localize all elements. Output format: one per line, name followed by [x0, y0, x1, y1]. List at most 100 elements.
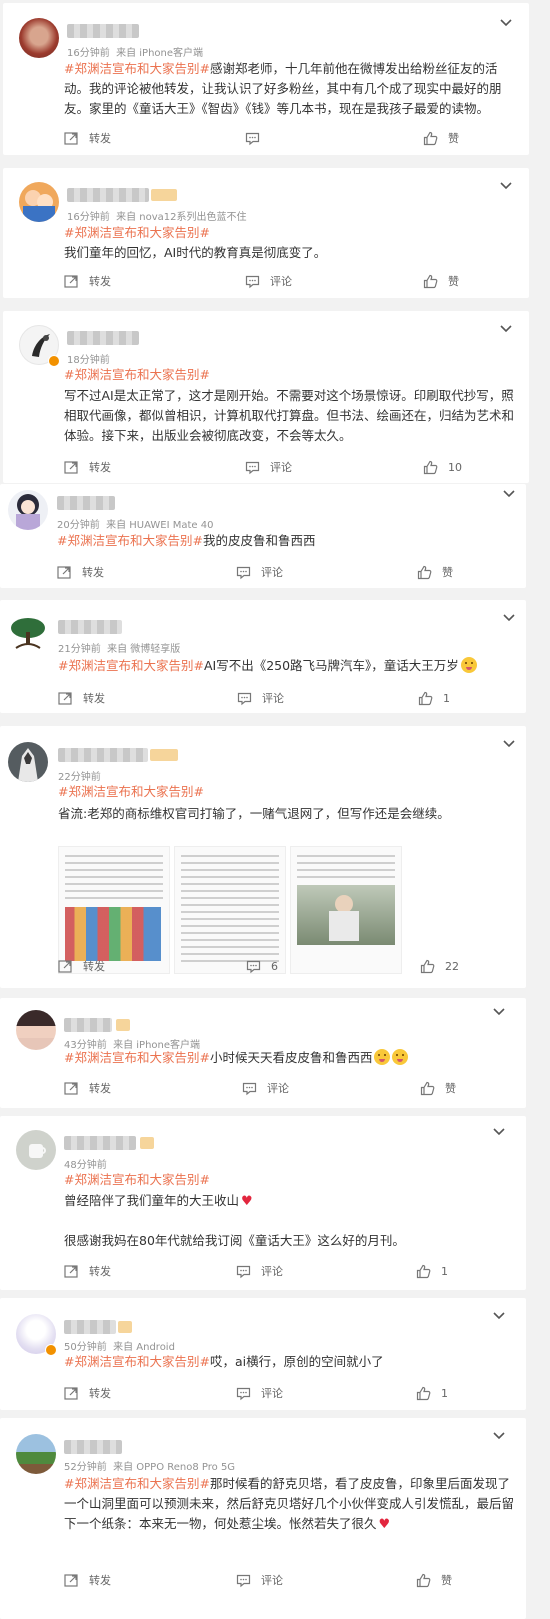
like-button[interactable]: 22: [420, 954, 459, 978]
vip-badge: [116, 1019, 130, 1031]
topic-link[interactable]: #郑渊洁宣布和大家告别#: [64, 1172, 210, 1187]
forward-icon: [58, 691, 72, 705]
comment-card: 52分钟前 来自 OPPO Reno8 Pro 5G #郑渊洁宣布和大家告别#那…: [0, 1418, 526, 1619]
like-button[interactable]: 赞: [423, 269, 459, 293]
forward-button[interactable]: 转发: [64, 1381, 111, 1405]
like-button[interactable]: 10: [423, 455, 462, 479]
image-grid: [58, 826, 403, 974]
post-content: #郑渊洁宣布和大家告别#我的皮皮鲁和鲁西西: [57, 533, 316, 548]
comment-button[interactable]: 评论: [236, 1381, 283, 1405]
username[interactable]: [58, 620, 122, 634]
comment-button[interactable]: 评论: [236, 560, 283, 584]
like-button[interactable]: 1: [416, 1381, 448, 1405]
post-meta: 48分钟前: [64, 1160, 107, 1171]
forward-icon: [64, 1573, 78, 1587]
avatar[interactable]: [8, 742, 48, 782]
topic-link[interactable]: #郑渊洁宣布和大家告别#: [64, 1050, 210, 1065]
like-button[interactable]: 1: [418, 686, 450, 710]
forward-icon: [64, 1081, 78, 1095]
username[interactable]: [67, 24, 139, 38]
forward-button[interactable]: 转发: [64, 455, 111, 479]
avatar[interactable]: [16, 1130, 56, 1170]
chevron-down-icon[interactable]: [490, 1426, 508, 1444]
forward-button[interactable]: 转发: [58, 954, 105, 978]
forward-button[interactable]: 转发: [64, 1259, 111, 1283]
username[interactable]: [57, 496, 115, 510]
thumbs-up-icon: [416, 1386, 431, 1400]
username[interactable]: [64, 1136, 136, 1150]
topic-line: #郑渊洁宣布和大家告别#: [64, 1170, 516, 1190]
post-meta: 16分钟前 来自 nova12系列出色蓝不住: [67, 212, 247, 223]
post-content: 曾经陪伴了我们童年的大王收山 ♥: [64, 1191, 516, 1212]
action-bar: 转发 评论 1: [0, 1259, 526, 1283]
topic-link[interactable]: #郑渊洁宣布和大家告别#: [64, 1354, 210, 1369]
chevron-down-icon[interactable]: [497, 13, 515, 31]
thumbs-up-icon: [417, 565, 432, 579]
avatar[interactable]: [8, 490, 48, 530]
username[interactable]: [67, 188, 149, 202]
username[interactable]: [64, 1320, 116, 1334]
comment-button[interactable]: 6: [246, 954, 278, 978]
chevron-down-icon[interactable]: [500, 608, 518, 626]
topic-link[interactable]: #郑渊洁宣布和大家告别#: [58, 658, 204, 673]
topic-link[interactable]: #郑渊洁宣布和大家告别#: [57, 533, 203, 548]
chevron-down-icon[interactable]: [497, 176, 515, 194]
avatar[interactable]: [16, 1434, 56, 1474]
avatar[interactable]: [19, 18, 59, 58]
comment-button[interactable]: 评论: [236, 1568, 283, 1592]
post-content: #郑渊洁宣布和大家告别#AI写不出《250路飞马牌汽车》，童话大王万岁: [58, 656, 518, 676]
thumbs-up-icon: [416, 1264, 431, 1278]
scroll-gutter: [529, 0, 550, 1619]
topic-link[interactable]: #郑渊洁宣布和大家告别#: [64, 367, 210, 382]
chevron-down-icon[interactable]: [500, 734, 518, 752]
username[interactable]: [64, 1440, 122, 1454]
action-bar: 转发 6 22: [0, 954, 526, 978]
comment-button[interactable]: 评论: [242, 1076, 289, 1100]
username[interactable]: [64, 1018, 112, 1032]
avatar[interactable]: [8, 614, 48, 654]
post-content: 我们童年的回忆，AI时代的教育真是彻底变了。: [64, 245, 327, 260]
action-bar: 转发 评论 1: [0, 686, 526, 710]
topic-link[interactable]: #郑渊洁宣布和大家告别#: [64, 1476, 210, 1491]
forward-icon: [64, 460, 78, 474]
like-button[interactable]: 赞: [423, 126, 459, 150]
comment-card: 20分钟前 来自 HUAWEI Mate 40 #郑渊洁宣布和大家告别#我的皮皮…: [0, 484, 526, 588]
comment-icon: [236, 1387, 251, 1400]
comment-button[interactable]: 评论: [245, 455, 292, 479]
forward-icon: [64, 274, 78, 288]
verified-badge: [48, 355, 60, 367]
comment-icon: [236, 566, 251, 579]
topic-link[interactable]: #郑渊洁宣布和大家告别#: [64, 225, 210, 240]
chevron-down-icon[interactable]: [490, 1306, 508, 1324]
action-bar: 转发 评论 赞: [0, 1568, 526, 1592]
avatar[interactable]: [19, 182, 59, 222]
forward-button[interactable]: 转发: [58, 686, 105, 710]
like-button[interactable]: 赞: [416, 1568, 452, 1592]
forward-button[interactable]: 转发: [57, 560, 104, 584]
chevron-down-icon[interactable]: [500, 484, 518, 502]
forward-button[interactable]: 转发: [64, 269, 111, 293]
username[interactable]: [58, 748, 148, 762]
post-content: #郑渊洁宣布和大家告别#那时候看的舒克贝塔，看了皮皮鲁，印象里后面发现了一个山洞…: [64, 1474, 516, 1535]
topic-link[interactable]: #郑渊洁宣布和大家告别#: [64, 61, 210, 76]
username[interactable]: [67, 331, 139, 345]
comment-button[interactable]: [245, 126, 270, 150]
vip-badge: [150, 749, 178, 761]
emoji-icon: [374, 1049, 391, 1065]
forward-button[interactable]: 转发: [64, 1568, 111, 1592]
chevron-down-icon[interactable]: [490, 1122, 508, 1140]
comment-button[interactable]: 评论: [236, 1259, 283, 1283]
forward-button[interactable]: 转发: [64, 126, 111, 150]
forward-icon: [64, 131, 78, 145]
like-button[interactable]: 1: [416, 1259, 448, 1283]
comment-button[interactable]: 评论: [245, 269, 292, 293]
chevron-down-icon[interactable]: [497, 319, 515, 337]
forward-button[interactable]: 转发: [64, 1076, 111, 1100]
like-button[interactable]: 赞: [417, 560, 453, 584]
comment-button[interactable]: 评论: [237, 686, 284, 710]
avatar[interactable]: [16, 1010, 56, 1050]
thumbs-up-icon: [418, 691, 433, 705]
topic-link[interactable]: #郑渊洁宣布和大家告别#: [58, 784, 204, 799]
chevron-down-icon[interactable]: [490, 1002, 508, 1020]
like-button[interactable]: 赞: [420, 1076, 456, 1100]
